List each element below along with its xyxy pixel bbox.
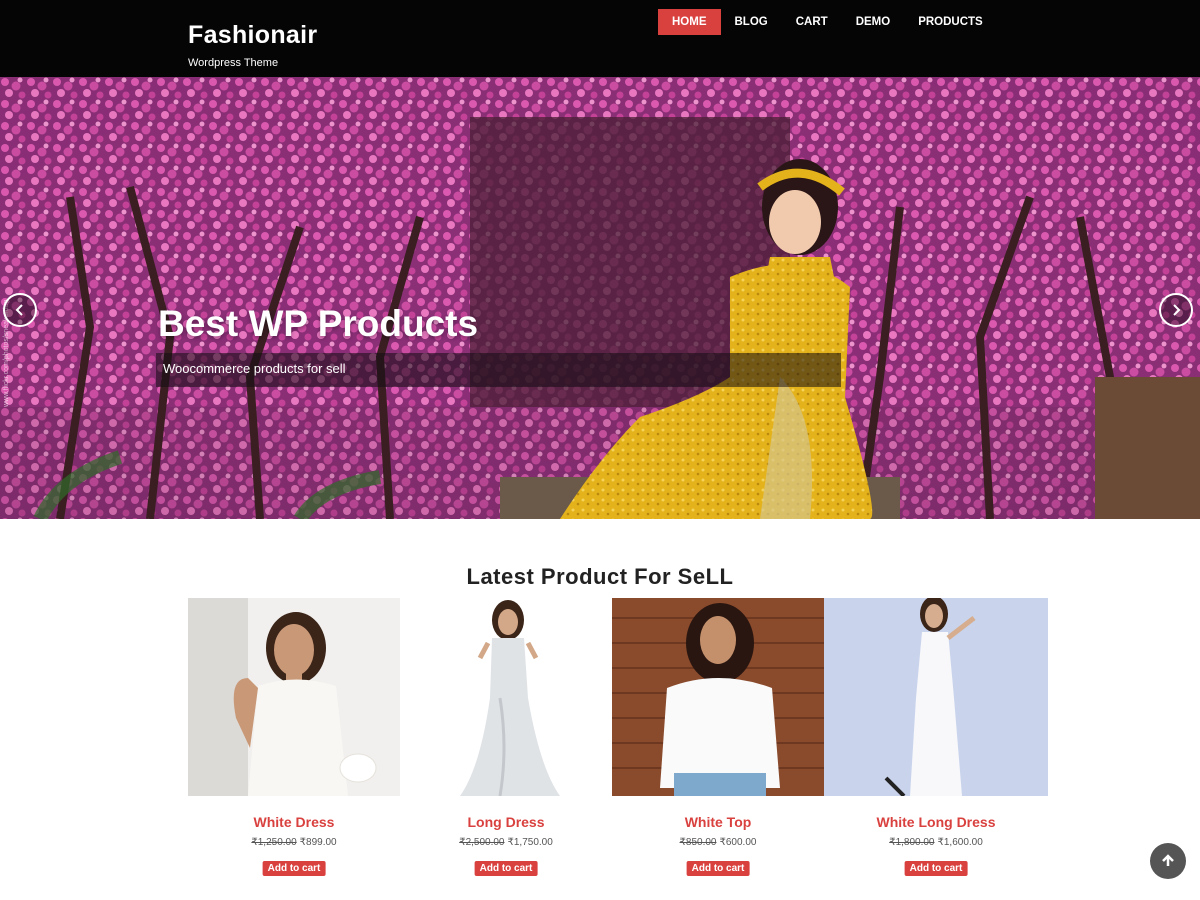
product-price: ₹850.00 ₹600.00 [612,837,824,848]
add-to-cart-button[interactable]: Add to cart [474,861,538,876]
product-photo-white-long-dress [824,598,1048,796]
add-to-cart-button[interactable]: Add to cart [686,861,750,876]
site-header: Fashionair Wordpress Theme HOME BLOG CAR… [0,0,1200,77]
hero-image [0,77,1200,519]
product-price: ₹1,800.00 ₹1,600.00 [824,837,1048,848]
product-sale-price: ₹1,600.00 [937,837,983,848]
product-card: Long Dress ₹2,500.00 ₹1,750.00 Add to car… [400,598,612,880]
product-sale-price: ₹1,750.00 [507,837,553,848]
hero-slider: Best WP Products Woocommerce products fo… [0,77,1200,519]
nav-item-cart[interactable]: CART [782,9,842,35]
site-branding: Fashionair Wordpress Theme [188,20,317,70]
product-image[interactable] [612,598,824,796]
product-name[interactable]: White Top [612,814,824,830]
add-to-cart-button[interactable]: Add to cart [904,861,968,876]
product-old-price: ₹1,250.00 [251,837,297,848]
product-photo-long-dress [400,598,612,796]
product-image[interactable] [188,598,400,796]
slider-prev-button[interactable] [3,293,37,327]
site-title[interactable]: Fashionair [188,20,317,50]
product-card: White Top ₹850.00 ₹600.00 Add to cart [612,598,824,880]
product-name[interactable]: White Long Dress [824,814,1048,830]
main-navigation: HOME BLOG CART DEMO PRODUCTS [658,9,997,35]
site-tagline: Wordpress Theme [188,57,279,69]
nav-item-products[interactable]: PRODUCTS [904,9,997,35]
product-image[interactable] [400,598,612,796]
scroll-to-top-button[interactable] [1150,843,1186,879]
hero-subtitle: Woocommerce products for sell [163,361,346,376]
product-price: ₹1,250.00 ₹899.00 [188,837,400,848]
slider-next-button[interactable] [1159,293,1193,327]
product-old-price: ₹2,500.00 [459,837,505,848]
product-price: ₹2,500.00 ₹1,750.00 [400,837,612,848]
nav-item-blog[interactable]: BLOG [721,9,782,35]
hero-title: Best WP Products [158,303,479,344]
arrow-up-icon [1162,854,1174,866]
section-title: Latest Product For SeLL [466,564,734,589]
product-photo-white-top [612,598,824,796]
product-photo-white-dress [188,598,400,796]
nav-item-home[interactable]: HOME [658,9,721,35]
product-old-price: ₹850.00 [679,837,717,848]
add-to-cart-button[interactable]: Add to cart [262,861,326,876]
product-image[interactable] [824,598,1048,796]
product-grid: White Dress ₹1,250.00 ₹899.00 Add to cart… [188,598,1048,880]
product-name[interactable]: White Dress [188,814,400,830]
nav-item-demo[interactable]: DEMO [842,9,905,35]
chevron-right-icon [1173,304,1181,316]
chevron-left-icon [15,304,23,316]
product-sale-price: ₹899.00 [299,837,337,848]
product-old-price: ₹1,800.00 [889,837,935,848]
product-name[interactable]: Long Dress [400,814,612,830]
product-card: White Dress ₹1,250.00 ₹899.00 Add to cart [188,598,400,880]
product-sale-price: ₹600.00 [719,837,757,848]
product-card: White Long Dress ₹1,800.00 ₹1,600.00 Add … [824,598,1048,880]
